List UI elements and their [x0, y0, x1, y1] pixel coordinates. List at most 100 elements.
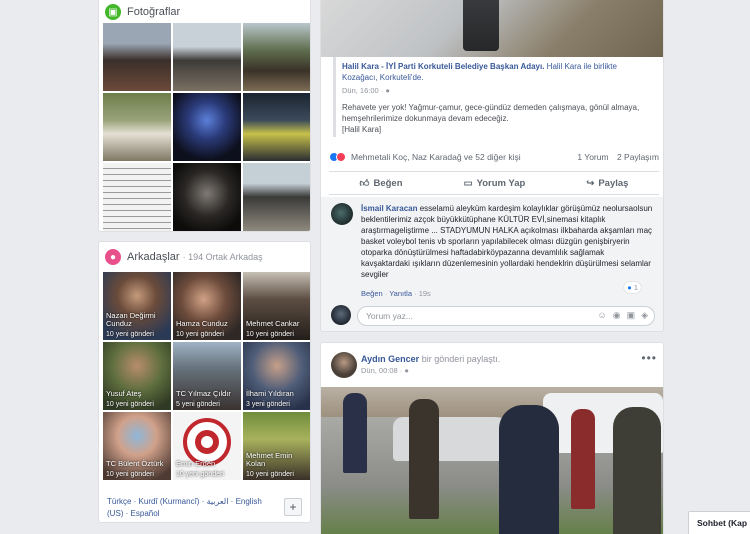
reaction-icons [329, 152, 346, 162]
comment-body: İsmail Karacan esselamü aleyküm kardeşim… [361, 203, 653, 280]
gif-icon[interactable]: ▣ [627, 310, 636, 321]
comment-input-tools: ☺ ◉ ▣ ◈ [598, 310, 649, 321]
comment-author[interactable]: İsmail Karacan [361, 204, 417, 213]
comment-likes-value: 1 [633, 283, 638, 292]
shared-post: Halil Kara - İYİ Parti Korkuteli Belediy… [333, 57, 653, 137]
comment-like-link[interactable]: Beğen [361, 289, 383, 298]
friends-header[interactable]: ● Arkadaşlar · 194 Ortak Arkadaş [99, 246, 310, 268]
post-action-text: bir gönderi paylaştı. [419, 354, 501, 364]
comment-icon: ▭ [463, 177, 473, 189]
photos-title[interactable]: Fotoğraflar [127, 6, 180, 18]
share-headline[interactable]: - İYİ Parti Korkuteli Belediye Başkan Ad… [379, 62, 547, 71]
post-photo[interactable] [321, 387, 663, 534]
comment-button[interactable]: ▭ Yorum Yap [464, 178, 526, 189]
friends-card: ● Arkadaşlar · 194 Ortak Arkadaş Nazan D… [98, 241, 311, 523]
post-card: Aydın Gencer bir gönderi paylaştı. Dün, … [320, 342, 664, 534]
photo-thumb-ceremony[interactable] [243, 93, 310, 161]
globe-icon: ● [385, 86, 390, 95]
friend-name[interactable]: İlhami Yıldıran [246, 389, 294, 398]
person-figure [613, 407, 661, 534]
post-timestamp[interactable]: Dün, 00:08 · [361, 366, 404, 375]
add-language-button[interactable]: + [284, 498, 302, 516]
photo-thumb-group[interactable] [103, 23, 171, 91]
share-icon: ↪ [586, 177, 595, 189]
photo-thumb-portrait[interactable] [173, 163, 241, 231]
mutual-friends-count[interactable]: · 194 Ortak Arkadaş [183, 252, 263, 262]
friend-name[interactable]: Hamza Cunduz [176, 319, 228, 328]
friend-new-posts: 10 yeni gönderi [106, 401, 154, 408]
like-label: Beğen [373, 177, 403, 189]
person-figure [343, 393, 367, 473]
friend-tile[interactable]: TC Yılmaz Çıldır 5 yeni gönderi [173, 342, 241, 410]
friend-tile[interactable]: Mehmet Cankar 10 yeni gönderi [243, 272, 310, 340]
friend-new-posts: 5 yeni gönderi [176, 401, 220, 408]
reactions-text[interactable]: Mehmetali Koç, Naz Karadağ ve 52 diğer k… [351, 152, 521, 162]
friend-new-posts: 10 yeni gönderi [246, 471, 294, 478]
friend-new-posts: 10 yeni gönderi [106, 471, 154, 478]
comment-section: İsmail Karacan esselamü aleyküm kardeşim… [321, 197, 663, 331]
comment-input[interactable]: Yorum yaz... ☺ ◉ ▣ ◈ [357, 306, 655, 326]
friend-new-posts: 10 yeni gönderi [246, 331, 294, 338]
commenter-avatar[interactable] [331, 203, 353, 225]
friend-tile[interactable]: Emin Erden 10 yeni gönderi [173, 412, 241, 480]
friend-tile[interactable]: İlhami Yıldıran 3 yeni gönderi [243, 342, 310, 410]
friend-new-posts: 10 yeni gönderi [176, 331, 224, 338]
author-avatar[interactable] [331, 352, 357, 378]
thumbs-up-icon: 👍︎ [359, 178, 370, 189]
camera-icon[interactable]: ◉ [613, 310, 621, 321]
friend-name[interactable]: Emin Erden [176, 459, 215, 468]
comment-like-count[interactable]: ● 1 [624, 282, 641, 293]
friends-grid: Nazan Değirmi Cunduz 10 yeni gönderi Ham… [103, 272, 310, 480]
share-button[interactable]: ↪ Paylaş [586, 178, 628, 189]
person-figure [571, 409, 595, 509]
friend-name[interactable]: TC Yılmaz Çıldır [176, 389, 231, 398]
chat-tab[interactable]: Sohbet (Kap [688, 511, 750, 534]
post-card: Halil Kara - İYİ Parti Korkuteli Belediy… [320, 0, 664, 332]
comment-meta: Beğen · Yanıtla · 19s [361, 289, 431, 298]
comment-placeholder: Yorum yaz... [366, 311, 413, 321]
photo-thumb-document[interactable] [103, 163, 171, 231]
comment-reply-link[interactable]: Yanıtla [389, 289, 412, 298]
friend-new-posts: 10 yeni gönderi [176, 471, 224, 478]
friend-tile[interactable]: Mehmet Emin Kolan 10 yeni gönderi [243, 412, 310, 480]
shares-count[interactable]: 2 Paylaşım [617, 152, 659, 162]
language-links[interactable]: Türkçe · Kurdî (Kurmancî) · العربية · En… [107, 496, 277, 520]
friend-name[interactable]: Nazan Değirmi Cunduz [106, 311, 171, 329]
friends-title[interactable]: Arkadaşlar [127, 251, 180, 263]
comment-time[interactable]: 19s [419, 289, 431, 298]
photo-thumb-street[interactable] [243, 163, 310, 231]
like-reaction-icon: ● [627, 283, 632, 292]
share-label: Paylaş [598, 177, 629, 189]
post-photo[interactable] [321, 0, 663, 57]
current-user-avatar[interactable] [331, 305, 351, 325]
friend-name[interactable]: Mehmet Cankar [246, 319, 299, 328]
post-author[interactable]: Aydın Gencer [361, 354, 419, 364]
share-signature: [Halil Kara] [342, 125, 382, 134]
person-figure [499, 405, 559, 534]
sticker-icon[interactable]: ◈ [641, 310, 648, 321]
emoji-icon[interactable]: ☺ [598, 310, 607, 321]
friend-new-posts: 3 yeni gönderi [246, 401, 290, 408]
love-reaction-icon [336, 152, 346, 162]
friend-tile[interactable]: Nazan Değirmi Cunduz 10 yeni gönderi [103, 272, 171, 340]
photo-thumb-stage[interactable] [173, 93, 241, 161]
photos-card: ▣ Fotoğraflar [98, 0, 311, 232]
photo-thumb-audience[interactable] [173, 23, 241, 91]
friend-tile[interactable]: Hamza Cunduz 10 yeni gönderi [173, 272, 241, 340]
photos-header[interactable]: ▣ Fotoğraflar [99, 1, 310, 23]
friend-tile[interactable]: Yusuf Ateş 10 yeni gönderi [103, 342, 171, 410]
photo-thumb-garden[interactable] [103, 93, 171, 161]
like-button[interactable]: 👍︎ Beğen [359, 177, 403, 190]
reactions-summary: Mehmetali Koç, Naz Karadağ ve 52 diğer k… [329, 152, 659, 162]
friend-name[interactable]: Mehmet Emin Kolan [246, 451, 310, 469]
post-options-button[interactable]: ••• [641, 351, 657, 365]
share-timestamp[interactable]: Dün, 16:00 · [342, 86, 385, 95]
friend-tile[interactable]: TC Bülent Öztürk 10 yeni gönderi [103, 412, 171, 480]
comments-count[interactable]: 1 Yorum [577, 152, 608, 162]
comment-text: esselamü aleyküm kardeşim kolaylıklar gö… [361, 204, 653, 279]
globe-icon: ● [404, 366, 409, 375]
friend-name[interactable]: Yusuf Ateş [106, 389, 141, 398]
share-author-link[interactable]: Halil Kara [342, 62, 379, 71]
photo-thumb-outdoor[interactable] [243, 23, 310, 91]
friend-name[interactable]: TC Bülent Öztürk [106, 459, 164, 468]
